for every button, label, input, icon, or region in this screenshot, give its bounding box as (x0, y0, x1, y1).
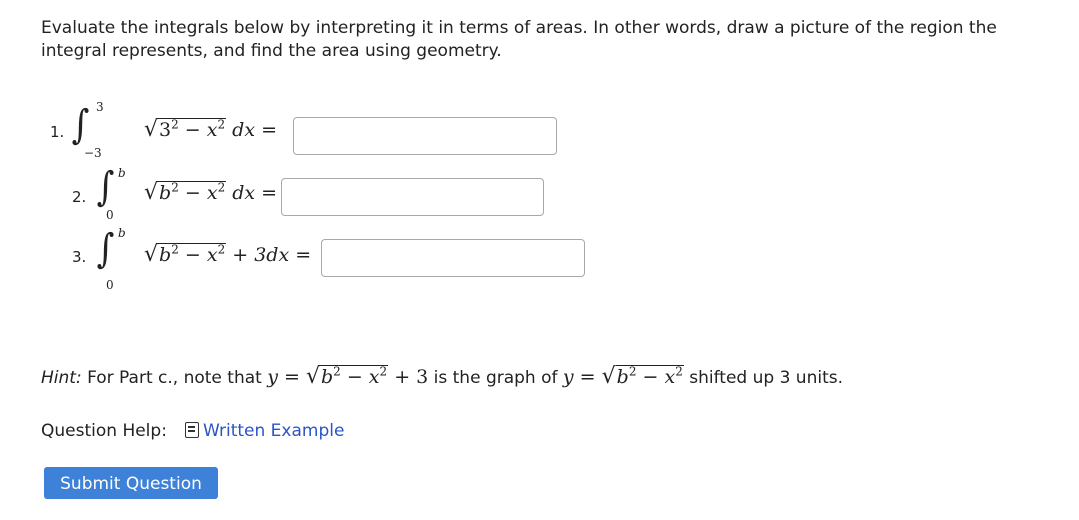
hint-equation-1: y = √b2 − x2 + 3 (267, 364, 429, 389)
problem-number: 2. (72, 188, 87, 206)
integrand: √b2 − x2 + 3dx = (144, 242, 312, 267)
upper-limit: b (118, 226, 126, 240)
answer-input-1[interactable] (293, 117, 557, 155)
lower-limit: 0 (106, 278, 114, 292)
problem-number: 3. (72, 248, 87, 266)
upper-limit: b (118, 166, 126, 180)
upper-limit: 3 (96, 100, 104, 114)
hint-part-b: is the graph of (433, 368, 558, 388)
hint-label: Hint: (41, 368, 82, 388)
hint-equation-2: y = √b2 − x2 (562, 364, 684, 389)
submit-question-button[interactable]: Submit Question (44, 467, 218, 499)
question-help-label: Question Help: (41, 421, 167, 441)
hint-text: Hint: For Part c., note that y = √b2 − x… (41, 364, 843, 389)
lower-limit: −3 (84, 146, 102, 160)
document-icon (184, 422, 199, 438)
lower-limit: 0 (106, 208, 114, 222)
answer-input-3[interactable] (321, 239, 585, 277)
question-help: Question Help: Written Example (41, 421, 344, 441)
hint-part-a: For Part c., note that (87, 368, 262, 388)
answer-input-2[interactable] (281, 178, 544, 216)
written-example-link[interactable]: Written Example (203, 421, 344, 441)
problem-number: 1. (50, 123, 65, 141)
hint-part-c: shifted up 3 units. (689, 368, 843, 388)
instructions-text: Evaluate the integrals below by interpre… (41, 18, 997, 61)
integral-sign: ∫ (96, 164, 115, 210)
integral-sign: ∫ (96, 226, 115, 272)
integral-sign: ∫ (71, 102, 90, 148)
integrand: √b2 − x2 dx = (144, 180, 278, 205)
integrand: √32 − x2 dx = (144, 117, 278, 142)
